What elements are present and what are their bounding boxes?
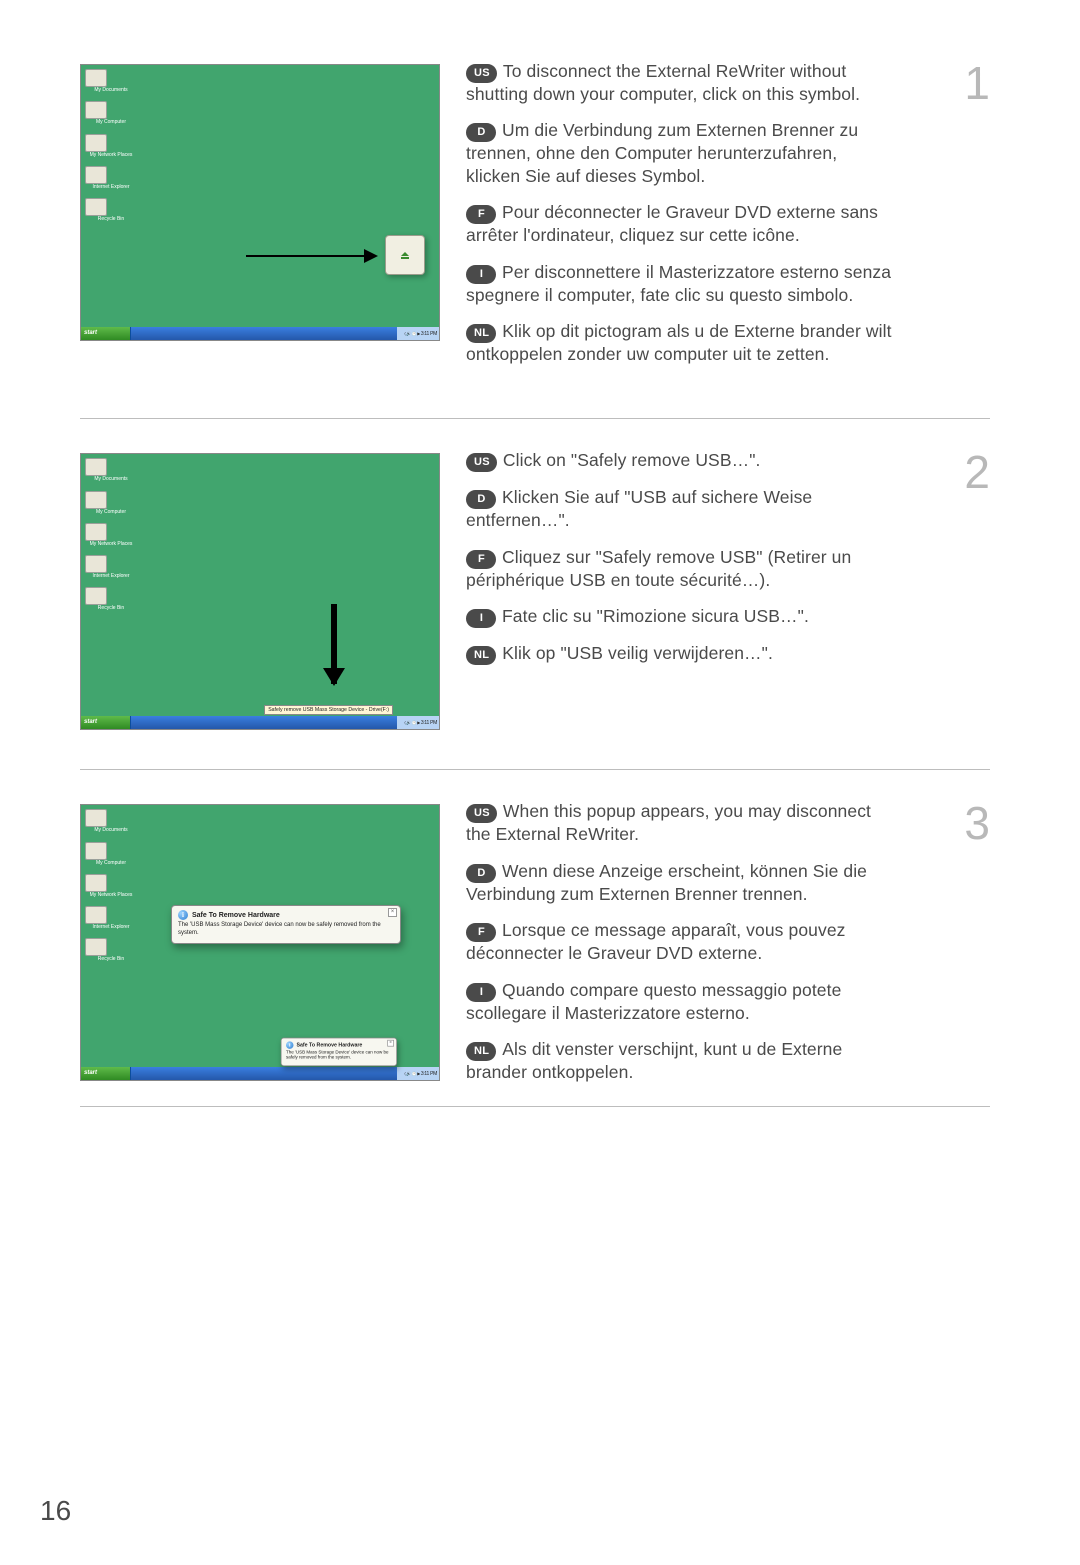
desktop-screenshot-2: My Documents My Computer My Network Plac… (80, 453, 440, 730)
lang-badge-i: I (466, 609, 496, 628)
step-2-image: My Documents My Computer My Network Plac… (80, 449, 440, 730)
step-3-text: USWhen this popup appears, you may disco… (466, 800, 934, 1097)
lang-badge-us: US (466, 804, 497, 823)
step-1-image: My Documents My Computer My Network Plac… (80, 60, 440, 379)
system-tray: 3:11 PM (397, 1067, 439, 1080)
step-2-us: Click on "Safely remove USB…". (503, 450, 761, 470)
lang-badge-us: US (466, 64, 497, 83)
info-icon (178, 910, 188, 920)
step-3-nl: Als dit venster verschijnt, kunt u de Ex… (466, 1039, 842, 1082)
close-icon: × (388, 908, 397, 917)
step-3-i: Quando compare questo messaggio potete s… (466, 980, 841, 1023)
start-button: start (81, 1067, 131, 1080)
start-button: start (81, 716, 131, 729)
taskbar: start 3:11 PM (81, 1067, 439, 1080)
step-2-d: Klicken Sie auf "USB auf sichere Weise e… (466, 487, 812, 530)
safely-remove-tooltip: Safely remove USB Mass Storage Device - … (264, 705, 393, 715)
arrow-right-icon (246, 255, 376, 257)
lang-badge-f: F (466, 923, 496, 942)
step-1-nl: Klik op dit pictogram als u de Externe b… (466, 321, 892, 364)
page-number: 16 (40, 1495, 71, 1527)
tray-icon-zoom (385, 235, 425, 275)
lang-badge-f: F (466, 550, 496, 569)
popup-body: The 'USB Mass Storage Device' device can… (178, 922, 394, 936)
desktop-screenshot-3: My Documents My Computer My Network Plac… (80, 804, 440, 1081)
taskbar: start 3:11 PM (81, 327, 439, 340)
desktop-icons: My Documents My Computer My Network Plac… (85, 69, 137, 224)
step-3-image: My Documents My Computer My Network Plac… (80, 800, 440, 1097)
lang-badge-d: D (466, 123, 496, 142)
step-2: My Documents My Computer My Network Plac… (80, 449, 990, 770)
step-1-us: To disconnect the External ReWriter with… (466, 61, 860, 104)
close-icon: × (387, 1040, 394, 1047)
step-2-i: Fate clic su "Rimozione sicura USB…". (502, 606, 809, 626)
safe-remove-popup-small: × Safe To Remove Hardware The 'USB Mass … (281, 1038, 397, 1067)
lang-badge-i: I (466, 983, 496, 1002)
lang-badge-d: D (466, 864, 496, 883)
step-number-3: 3 (960, 800, 990, 846)
lang-badge-nl: NL (466, 324, 496, 343)
desktop-icons: My Documents My Computer My Network Plac… (85, 809, 137, 964)
system-tray: 3:11 PM (397, 716, 439, 729)
step-1-f: Pour déconnecter le Graveur DVD externe … (466, 202, 878, 245)
start-button: start (81, 327, 131, 340)
manual-page: My Documents My Computer My Network Plac… (0, 0, 1080, 1565)
step-1: My Documents My Computer My Network Plac… (80, 60, 990, 419)
step-2-nl: Klik op "USB veilig verwijderen…". (502, 643, 773, 663)
step-3-us: When this popup appears, you may disconn… (466, 801, 871, 844)
step-number-1: 1 (960, 60, 990, 106)
lang-badge-d: D (466, 490, 496, 509)
step-number-2: 2 (960, 449, 990, 495)
lang-badge-us: US (466, 453, 497, 472)
step-2-text: US Click on "Safely remove USB…". DKlicke… (466, 449, 934, 730)
system-tray: 3:11 PM (397, 327, 439, 340)
info-icon (286, 1041, 294, 1049)
arrow-down-icon (331, 604, 337, 684)
desktop-icons: My Documents My Computer My Network Plac… (85, 458, 137, 613)
lang-badge-nl: NL (466, 1042, 496, 1061)
step-3-d: Wenn diese Anzeige erscheint, können Sie… (466, 861, 867, 904)
desktop-screenshot: My Documents My Computer My Network Plac… (80, 64, 440, 341)
safe-remove-popup-zoom: × Safe To Remove Hardware The 'USB Mass … (171, 905, 401, 943)
step-3: My Documents My Computer My Network Plac… (80, 800, 990, 1107)
step-2-f: Cliquez sur "Safely remove USB" (Retirer… (466, 547, 851, 590)
step-1-d: Um die Verbindung zum Externen Brenner z… (466, 120, 858, 185)
taskbar: start 3:11 PM (81, 716, 439, 729)
lang-badge-f: F (466, 205, 496, 224)
step-1-text: USTo disconnect the External ReWriter wi… (466, 60, 934, 379)
step-1-i: Per disconnettere il Masterizzatore este… (466, 262, 891, 305)
safely-remove-icon (401, 250, 409, 260)
lang-badge-nl: NL (466, 646, 496, 665)
step-3-f: Lorsque ce message apparaît, vous pouvez… (466, 920, 846, 963)
popup-title: Safe To Remove Hardware (192, 912, 280, 919)
lang-badge-i: I (466, 265, 496, 284)
